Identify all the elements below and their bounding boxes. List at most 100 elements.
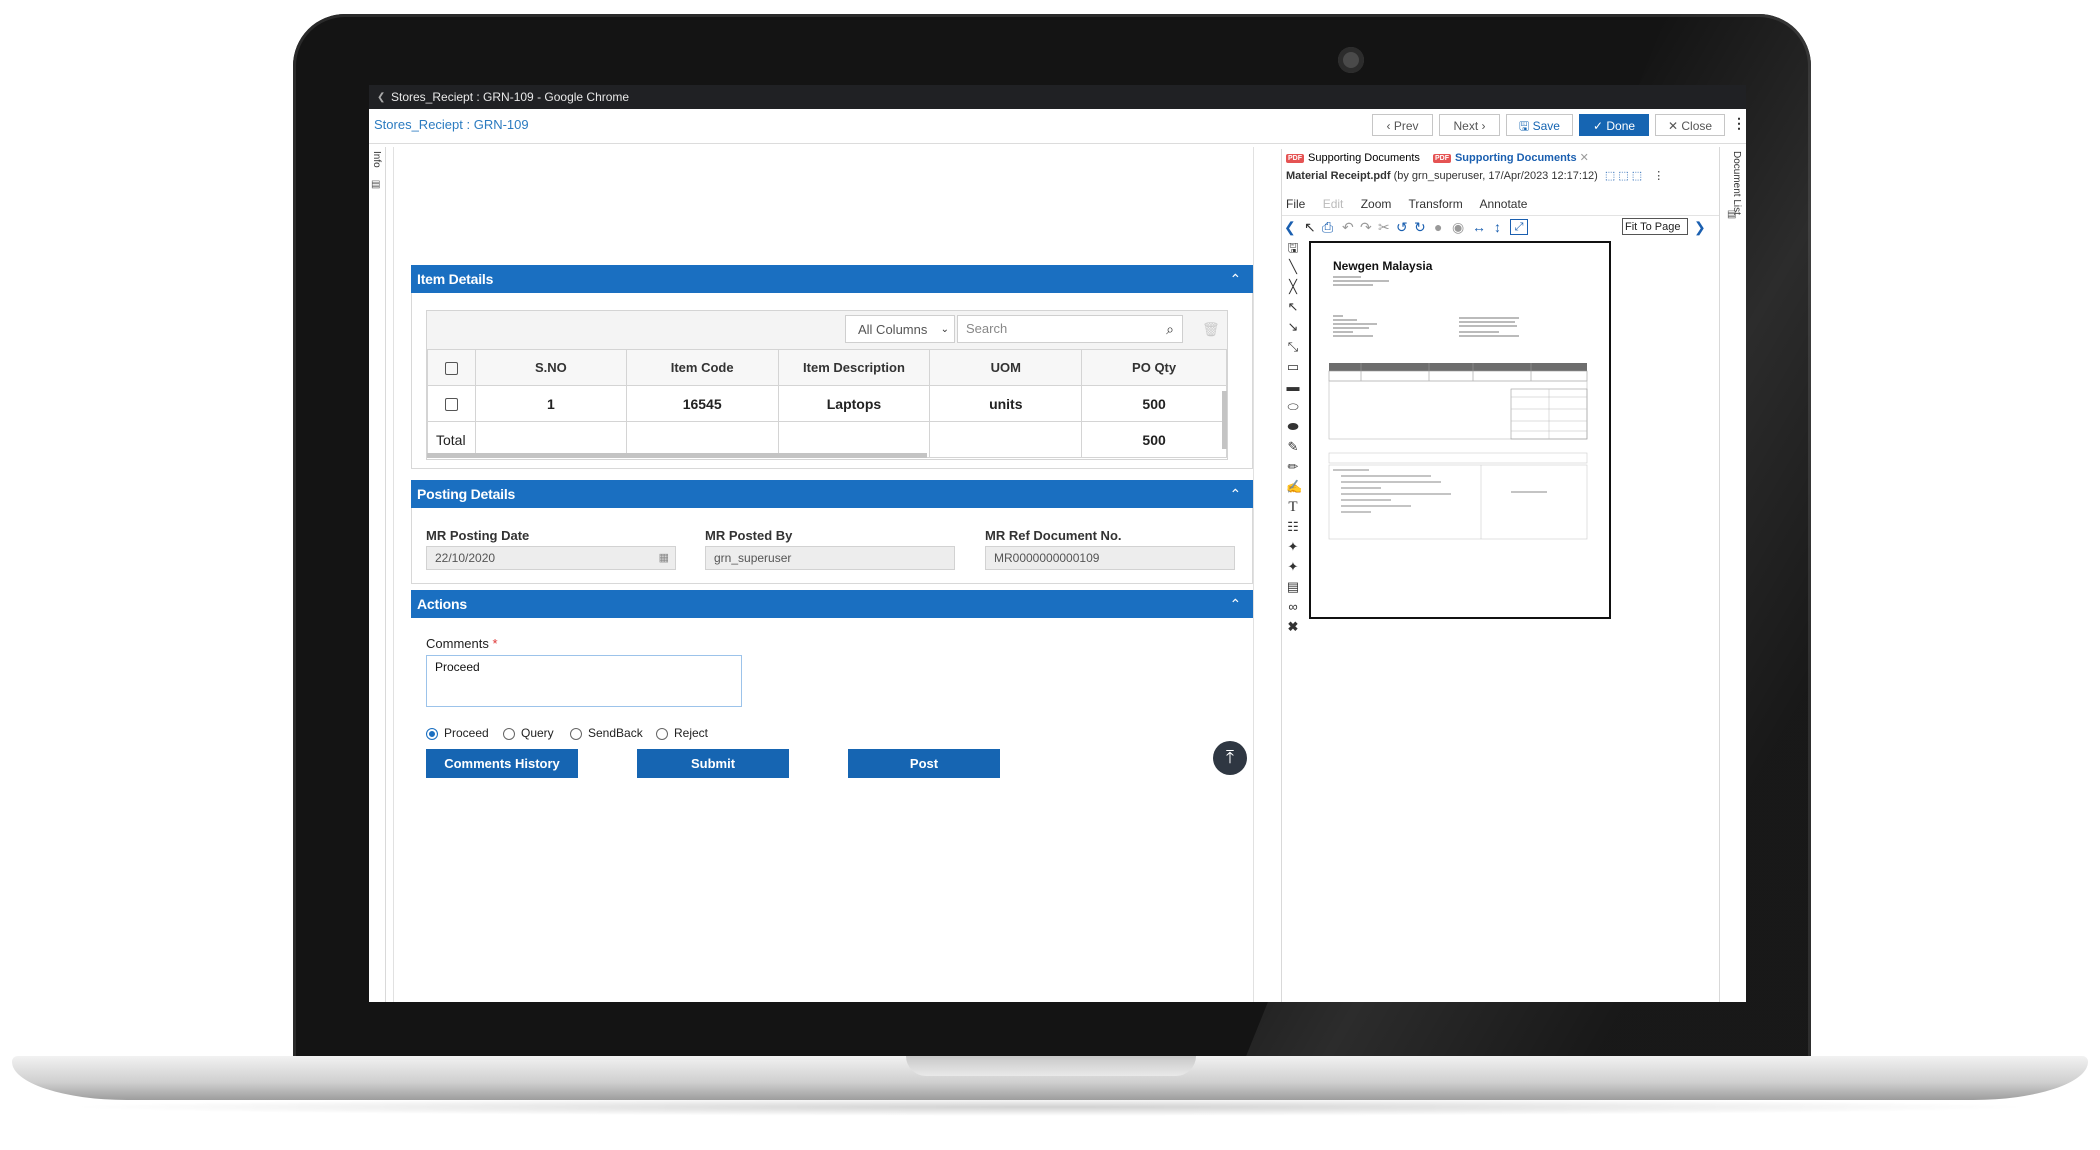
close-tab-icon[interactable]: ✕: [1580, 152, 1589, 164]
crop-icon[interactable]: ✂: [1378, 219, 1390, 236]
column-header[interactable]: Item Code: [625, 349, 779, 386]
pen-icon[interactable]: ✏: [1286, 459, 1300, 475]
radio-proceed[interactable]: Proceed: [426, 726, 489, 740]
column-filter-select[interactable]: All Columns ⌄: [845, 315, 955, 343]
select-all-checkbox[interactable]: [444, 362, 458, 376]
table-row[interactable]: 1 16545 Laptops units 500: [427, 385, 1227, 422]
menu-file[interactable]: File: [1286, 197, 1305, 211]
fit-page-icon[interactable]: ⤢: [1510, 219, 1528, 235]
calendar-icon[interactable]: ▦: [659, 547, 669, 569]
fit-height-icon[interactable]: ↕: [1494, 219, 1501, 235]
rectangle-icon[interactable]: ▭: [1286, 359, 1300, 375]
submit-button[interactable]: Submit: [637, 749, 789, 778]
filled-rectangle-icon[interactable]: ▬: [1286, 379, 1300, 394]
more-options-icon[interactable]: ⋮: [1732, 115, 1746, 132]
text-icon[interactable]: T: [1286, 499, 1300, 516]
menu-annotate[interactable]: Annotate: [1479, 197, 1527, 211]
delete-icon[interactable]: ✖: [1286, 619, 1300, 635]
comments-history-button[interactable]: Comments History: [426, 749, 578, 778]
grid-search-input[interactable]: Search ⌕: [957, 315, 1183, 343]
redo-icon[interactable]: ↷: [1360, 219, 1372, 236]
radio-proceed-dot[interactable]: [426, 728, 438, 740]
radio-query-label: Query: [521, 726, 554, 740]
required-marker: *: [492, 636, 498, 651]
stamp-icon[interactable]: ✦: [1286, 539, 1300, 555]
column-header[interactable]: Item Description: [777, 349, 931, 386]
post-button[interactable]: Post: [848, 749, 1000, 778]
chevron-left-icon[interactable]: ❮: [1284, 219, 1296, 236]
lightbulb-icon[interactable]: ●: [1434, 219, 1442, 235]
radio-reject-dot[interactable]: [656, 728, 668, 740]
arrow-up-left-icon[interactable]: ↖: [1286, 299, 1300, 315]
row-select-cell[interactable]: [427, 385, 476, 422]
horizontal-scrollbar[interactable]: [427, 453, 927, 458]
next-button[interactable]: Next ›: [1439, 114, 1500, 136]
close-button[interactable]: ✕ Close: [1655, 114, 1725, 136]
mr-ref-document-field: MR0000000000109: [985, 546, 1235, 570]
chevron-up-icon[interactable]: ⌃: [1229, 590, 1241, 618]
column-header[interactable]: UOM: [929, 349, 1083, 386]
menu-transform[interactable]: Transform: [1409, 197, 1463, 211]
info-side-tab[interactable]: Info ▤: [369, 147, 386, 1002]
posting-details-header[interactable]: Posting Details ⌃: [411, 480, 1253, 508]
select-all-cell[interactable]: [427, 349, 476, 386]
fit-width-icon[interactable]: ↔: [1472, 219, 1486, 235]
tab-supporting-documents-1[interactable]: PDF Supporting Documents: [1286, 152, 1420, 164]
radio-reject[interactable]: Reject: [656, 726, 708, 740]
pdf-icon: PDF: [1286, 154, 1304, 163]
search-icon[interactable]: ⌕: [1166, 316, 1174, 342]
filled-ellipse-icon[interactable]: ⬬: [1286, 419, 1300, 435]
brush-icon[interactable]: ✎: [1286, 439, 1300, 455]
save-icon[interactable]: 🖫: [1286, 239, 1300, 261]
done-button[interactable]: ✓ Done: [1579, 114, 1649, 136]
browser-window-title: Stores_Reciept : GRN-109 - Google Chrome: [391, 90, 630, 104]
document-viewer: PDF Supporting Documents PDF Supporting Do…: [1281, 149, 1720, 1002]
stamp-alt-icon[interactable]: ✦: [1286, 559, 1300, 575]
radio-query-dot[interactable]: [503, 728, 515, 740]
undo-icon[interactable]: ↶: [1342, 219, 1354, 236]
document-list-side-tab[interactable]: Document List ▤: [1719, 147, 1746, 1002]
vertical-scrollbar[interactable]: [1222, 391, 1227, 449]
zoom-fit-select[interactable]: Fit To Page: [1622, 218, 1688, 235]
rotate-right-icon[interactable]: ↻: [1414, 219, 1426, 236]
pin-icon[interactable]: ◉: [1452, 219, 1464, 236]
row-checkbox[interactable]: [444, 398, 458, 412]
tab-supporting-documents-2[interactable]: PDF Supporting Documents ✕: [1432, 152, 1589, 164]
ellipse-icon[interactable]: ⬭: [1286, 399, 1300, 415]
cell-item-code: 16545: [625, 385, 779, 422]
column-header[interactable]: PO Qty: [1081, 349, 1227, 386]
radio-sendback[interactable]: SendBack: [570, 726, 643, 740]
document-action-icons[interactable]: ⬚ ⬚ ⬚: [1605, 170, 1642, 182]
chevron-up-icon[interactable]: ⌃: [1229, 265, 1241, 293]
mr-posted-by-label: MR Posted By: [705, 528, 793, 543]
save-button[interactable]: 🖫 Save: [1506, 114, 1573, 136]
arrow-down-right-icon[interactable]: ↘: [1286, 319, 1300, 335]
save-icon: 🖫: [1519, 119, 1530, 133]
radio-sendback-dot[interactable]: [570, 728, 582, 740]
actions-header[interactable]: Actions ⌃: [411, 590, 1253, 618]
mr-posting-date-field[interactable]: 22/10/2020 ▦: [426, 546, 676, 570]
trash-icon[interactable]: 🗑: [1202, 321, 1220, 338]
double-arrow-icon[interactable]: ⤡: [1286, 339, 1300, 355]
note-icon[interactable]: ☷: [1286, 519, 1300, 535]
more-options-icon[interactable]: ⋮: [1653, 170, 1664, 182]
page-icon[interactable]: ▤: [1286, 579, 1300, 595]
chevron-right-icon: ›: [1481, 119, 1486, 133]
item-details-header[interactable]: Item Details ⌃: [411, 265, 1253, 293]
dashed-line-icon[interactable]: ╳: [1286, 279, 1300, 295]
prev-button[interactable]: ‹ Prev: [1372, 114, 1433, 136]
radio-query[interactable]: Query: [503, 726, 554, 740]
line-icon[interactable]: ╲: [1286, 259, 1300, 275]
pointer-icon[interactable]: ↖: [1304, 219, 1316, 236]
chevron-up-icon[interactable]: ⌃: [1229, 480, 1241, 508]
menu-zoom[interactable]: Zoom: [1361, 197, 1392, 211]
scroll-to-top-icon[interactable]: ⤒: [1213, 741, 1247, 775]
chevron-right-icon[interactable]: ❯: [1694, 219, 1706, 236]
print-icon[interactable]: ⎙: [1322, 219, 1333, 236]
rotate-left-icon[interactable]: ↺: [1396, 219, 1408, 236]
highlighter-icon[interactable]: ✍: [1286, 479, 1302, 495]
comments-textarea[interactable]: Proceed: [426, 655, 742, 707]
link-icon[interactable]: ∞: [1286, 599, 1300, 614]
column-header[interactable]: S.NO: [474, 349, 627, 386]
document-page[interactable]: Newgen Malaysia: [1309, 241, 1611, 619]
